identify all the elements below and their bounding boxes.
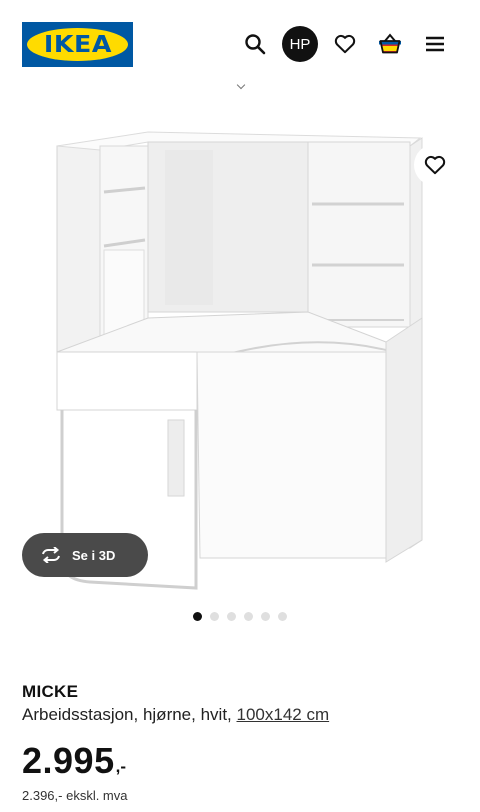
pagination-dot[interactable] (244, 612, 253, 621)
search-icon[interactable] (237, 26, 273, 62)
top-bar: IKEA HP (0, 0, 480, 90)
price-suffix: ,- (115, 757, 126, 776)
product-image-desk (56, 131, 423, 590)
image-pagination (0, 612, 480, 621)
pagination-dot[interactable] (193, 612, 202, 621)
menu-icon[interactable] (417, 26, 453, 62)
product-description-text: Arbeidsstasjon, hjørne, hvit, (22, 705, 232, 724)
product-image-gallery[interactable] (0, 96, 480, 606)
pagination-dot[interactable] (227, 612, 236, 621)
product-price: 2.995 ,- (22, 740, 126, 782)
logo-oval: IKEA (27, 28, 128, 61)
product-name: MICKE (22, 682, 79, 701)
partial-chevron-icon (236, 80, 246, 90)
view-in-3d-label: Se i 3D (72, 547, 116, 563)
pagination-dot[interactable] (261, 612, 270, 621)
basket-icon[interactable] (372, 26, 408, 62)
view-in-3d-button[interactable]: Se i 3D (22, 533, 148, 577)
account-initials: HP (289, 35, 311, 53)
heart-icon[interactable] (327, 26, 363, 62)
product-description: Arbeidsstasjon, hjørne, hvit, 100x142 cm (22, 705, 329, 725)
pagination-dot[interactable] (210, 612, 219, 621)
rotate-3d-icon (42, 547, 60, 563)
product-dimensions-link[interactable]: 100x142 cm (237, 705, 330, 724)
ikea-logo[interactable]: IKEA (22, 22, 133, 67)
account-avatar-button[interactable]: HP (282, 26, 318, 62)
price-excluding-vat: 2.396,- ekskl. mva (22, 788, 128, 803)
price-amount: 2.995 (22, 740, 115, 781)
logo-text: IKEA (43, 31, 112, 58)
add-to-favourites-button[interactable] (414, 144, 456, 186)
heart-icon (424, 155, 446, 175)
pagination-dot[interactable] (278, 612, 287, 621)
